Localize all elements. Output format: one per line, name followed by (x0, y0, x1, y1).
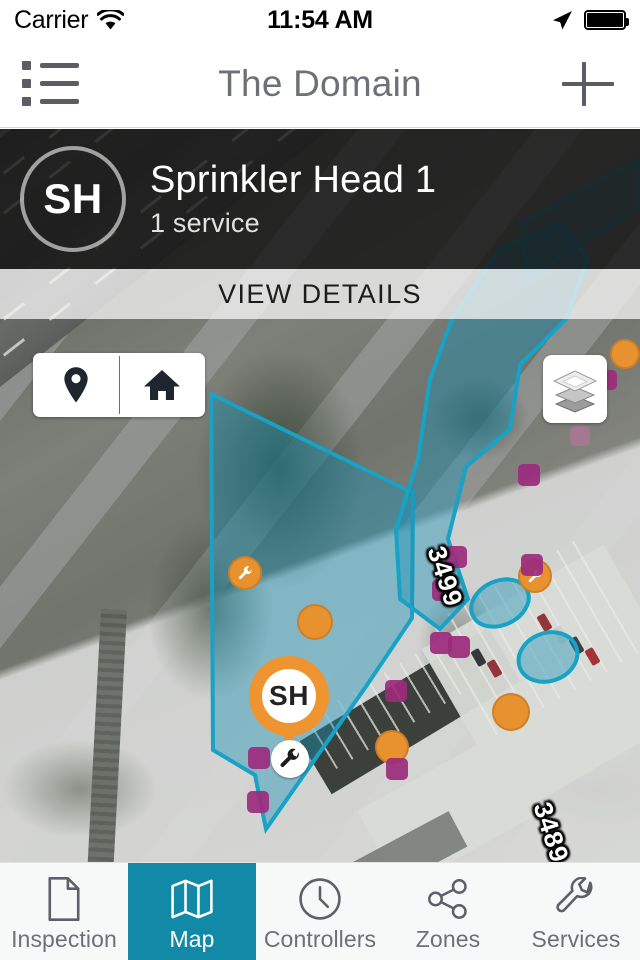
battery-full-icon (584, 10, 629, 30)
status-bar-center: 11:54 AM (0, 0, 640, 40)
status-bar-right (549, 0, 629, 40)
app-screen: Carrier 11:54 AM The Domain 3499 3489 SH… (0, 0, 640, 960)
clock-icon (298, 876, 342, 922)
view-details-button[interactable]: VIEW DETAILS (0, 269, 640, 319)
map-pin-icon (64, 367, 88, 403)
marker-circle[interactable] (492, 693, 530, 731)
marker-square[interactable] (518, 464, 540, 486)
marker-square[interactable] (521, 554, 543, 576)
avatar: SH (20, 146, 126, 252)
zone-ellipse-b (516, 630, 580, 684)
marker-square[interactable] (247, 791, 269, 813)
tab-label: Controllers (263, 926, 377, 952)
marker-square[interactable] (386, 758, 408, 780)
map-icon (170, 876, 214, 922)
marker-square[interactable] (448, 636, 470, 658)
marker-circle[interactable] (297, 604, 333, 640)
share-nodes-icon (426, 876, 470, 922)
feature-subtitle: 1 service (150, 207, 260, 238)
marker-square[interactable] (570, 426, 590, 446)
add-button[interactable] (558, 54, 618, 114)
tab-map[interactable]: Map (128, 863, 256, 960)
pin-initials: SH (262, 669, 316, 723)
tab-inspection[interactable]: Inspection (0, 863, 128, 960)
pin-service-badge[interactable] (271, 740, 309, 778)
wrench-icon (238, 565, 252, 579)
tab-zones[interactable]: Zones (384, 863, 512, 960)
document-icon (47, 876, 81, 922)
tab-label: Map (169, 926, 215, 952)
tab-label: Services (531, 926, 621, 952)
tab-services[interactable]: Services (512, 863, 640, 960)
wrench-icon (554, 876, 598, 922)
feature-title: Sprinkler Head 1 (150, 159, 437, 202)
wrench-icon (280, 748, 299, 767)
tab-label: Inspection (11, 926, 117, 952)
status-time: 11:54 AM (267, 5, 373, 34)
view-details-label: VIEW DETAILS (218, 278, 422, 309)
page-title: The Domain (218, 62, 422, 104)
marker-square[interactable] (385, 680, 407, 702)
avatar-initials: SH (43, 175, 103, 222)
tab-label: Zones (415, 926, 481, 952)
home-icon (144, 370, 181, 400)
locate-me-button[interactable] (33, 353, 119, 417)
status-bar: Carrier 11:54 AM (0, 0, 640, 40)
home-button[interactable] (120, 353, 206, 417)
map-controls-group (33, 353, 205, 417)
location-arrow-icon (549, 8, 574, 33)
layers-icon (552, 370, 598, 413)
layers-button[interactable] (543, 355, 607, 423)
marker-service-circle[interactable] (228, 556, 262, 590)
selected-feature-card: SH Sprinkler Head 1 1 service (0, 129, 640, 269)
nav-bar: The Domain (0, 40, 640, 128)
tab-controllers[interactable]: Controllers (256, 863, 384, 960)
marker-circle[interactable] (610, 339, 640, 369)
tab-bar: Inspection Map Controllers Zones Service… (0, 862, 640, 960)
feature-text-block: Sprinkler Head 1 1 service (150, 159, 436, 239)
